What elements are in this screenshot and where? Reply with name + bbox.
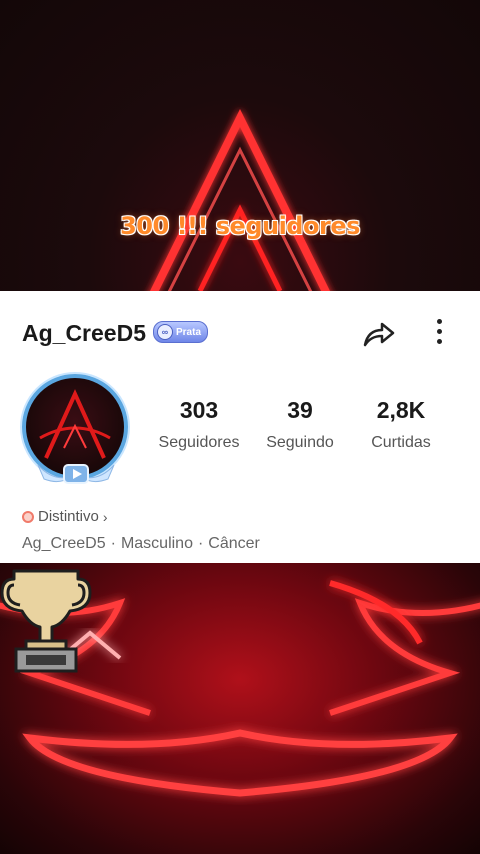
meta-name: Ag_CreeD5 [22, 535, 106, 552]
trophy-icon [0, 569, 92, 673]
banner-caption: 300 !!! seguidores [120, 212, 360, 240]
username: Ag_CreeD5 [22, 320, 146, 346]
profile-card: Ag_CreeD5 ∞ Prata 303 Seguidores 39 Segu… [0, 291, 480, 563]
following-label: Seguindo [266, 434, 334, 451]
bottom-banner [0, 563, 480, 854]
share-button[interactable] [361, 315, 397, 351]
stat-likes[interactable]: 2,8K Curtidas [352, 397, 450, 452]
more-vertical-icon[interactable] [428, 315, 450, 351]
meta-sign: Câncer [208, 535, 260, 552]
distintivo-link[interactable]: Distintivo › [22, 508, 108, 525]
badge-icon [22, 510, 34, 523]
meta-separator: · [110, 535, 116, 552]
stat-following[interactable]: 39 Seguindo [248, 397, 352, 452]
meta-separator: · [197, 535, 204, 552]
profile-meta: Ag_CreeD5 · Masculino · Câncer [22, 535, 260, 553]
followers-label: Seguidores [158, 434, 240, 451]
stat-followers[interactable]: 303 Seguidores [150, 397, 248, 452]
meta-gender: Masculino [120, 535, 193, 552]
likes-count: 2,8K [376, 397, 426, 423]
rank-badge-label: Prata [176, 326, 202, 338]
chevron-right-icon: › [102, 508, 108, 525]
top-banner: 300 !!! seguidores [0, 0, 480, 291]
following-count: 39 [287, 397, 313, 423]
stats-row: 303 Seguidores 39 Seguindo 2,8K Curtidas [150, 397, 450, 452]
distintivo-label: Distintivo [38, 508, 99, 525]
neon-logo-top [149, 108, 331, 291]
share-arrow-icon [363, 322, 395, 347]
rank-badge[interactable]: ∞ Prata [153, 321, 209, 343]
avatar-frame-ornament [37, 464, 115, 484]
rank-emblem-icon: ∞ [157, 324, 173, 340]
likes-label: Curtidas [371, 434, 431, 451]
followers-count: 303 [179, 397, 219, 423]
